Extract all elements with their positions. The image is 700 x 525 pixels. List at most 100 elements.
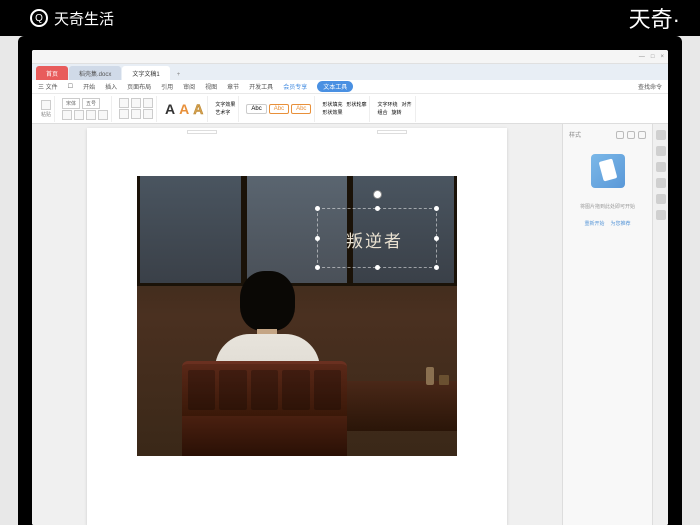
textbox-text[interactable]: 叛逆者 <box>346 227 403 252</box>
menu-start[interactable]: 开始 <box>83 82 95 91</box>
window-titlebar: — □ × <box>32 50 668 64</box>
vtool-5[interactable] <box>656 194 666 204</box>
menu-texttool[interactable]: 文本工具 <box>317 81 353 92</box>
align-center-icon[interactable] <box>131 98 141 108</box>
vtool-4[interactable] <box>656 178 666 188</box>
sidepanel-icons <box>616 131 646 139</box>
ribbon-arrange: 文字环绕 对齐 组合 旋转 <box>374 96 415 122</box>
menu-insert[interactable]: 插入 <box>105 82 117 91</box>
textbox-selection[interactable]: 叛逆者 <box>317 208 437 268</box>
sidepanel-link-restart[interactable]: 重新开始 <box>584 220 604 227</box>
screen: — □ × 首页 稻壳集.docx 文字文稿1 + 三 文件 ☐ 开始 插入 页… <box>32 50 668 525</box>
ribbon-texteffect: 文字效果 艺术字 <box>212 96 239 122</box>
image-chair <box>182 361 347 456</box>
resize-handle-mr[interactable] <box>434 236 439 241</box>
menu-qat[interactable]: ☐ <box>68 83 73 90</box>
resize-handle-bc[interactable] <box>375 265 380 270</box>
brand-icon: Q <box>30 9 48 27</box>
wordart-style-3[interactable]: A <box>192 101 204 117</box>
vtool-1[interactable] <box>656 130 666 140</box>
menu-member[interactable]: 会员专享 <box>283 82 307 91</box>
document-tabs: 首页 稻壳集.docx 文字文稿1 + <box>32 64 668 80</box>
paste-icon[interactable] <box>41 100 51 110</box>
wordart-style-1[interactable]: A <box>164 101 176 117</box>
ribbon-shapeformat: 形状填充 形状轮廓 形状效果 <box>319 96 370 122</box>
italic-icon[interactable] <box>74 110 84 120</box>
app-frame: Q 天奇生活 天奇· — □ × 首页 稻壳集.docx 文字文稿1 + 三 <box>0 0 700 525</box>
eraser-tool-icon[interactable] <box>591 154 625 188</box>
shape-fill[interactable]: 形状填充 <box>322 101 342 108</box>
sp-icon-1[interactable] <box>616 131 624 139</box>
indent-icon[interactable] <box>131 109 141 119</box>
resize-handle-br[interactable] <box>434 265 439 270</box>
shape-effect[interactable]: 形状效果 <box>322 109 342 116</box>
font-name-select[interactable]: 宋体 <box>62 98 80 109</box>
brand-right-text: 天奇· <box>629 2 680 34</box>
align[interactable]: 对齐 <box>401 101 411 108</box>
group[interactable]: 组合 <box>377 109 387 116</box>
shape-style-2[interactable]: Abc <box>269 104 289 114</box>
menu-view[interactable]: 视图 <box>205 82 217 91</box>
page[interactable]: 叛逆者 <box>87 128 507 525</box>
color-icon[interactable] <box>98 110 108 120</box>
tab-doc2[interactable]: 文字文稿1 <box>122 66 169 80</box>
resize-handle-ml[interactable] <box>315 236 320 241</box>
sp-icon-2[interactable] <box>627 131 635 139</box>
ruler-marker-left <box>187 130 217 134</box>
minimize-button[interactable]: — <box>639 54 645 60</box>
menu-layout[interactable]: 页面布局 <box>127 82 151 91</box>
shape-style-3[interactable]: Abc <box>291 104 311 114</box>
sp-icon-3[interactable] <box>638 131 646 139</box>
wordart-style-2[interactable]: A <box>178 101 190 117</box>
window-controls: — □ × <box>639 54 664 60</box>
bold-icon[interactable] <box>62 110 72 120</box>
ribbon-wordart: A A A <box>161 96 208 122</box>
workspace: 叛逆者 样式 将图片拖到此处即可 <box>32 124 668 525</box>
font-size-select[interactable]: 五号 <box>82 98 100 109</box>
align-right-icon[interactable] <box>143 98 153 108</box>
vertical-toolbar <box>652 124 668 525</box>
ribbon-shapestyles: Abc Abc Abc <box>243 96 315 122</box>
shape-style-1[interactable]: Abc <box>246 104 266 114</box>
brand-left: Q 天奇生活 <box>30 8 114 29</box>
tab-add-button[interactable]: + <box>171 70 187 80</box>
tab-doc1[interactable]: 稻壳集.docx <box>69 66 121 80</box>
vtool-6[interactable] <box>656 210 666 220</box>
resize-handle-tc[interactable] <box>375 206 380 211</box>
align-left-icon[interactable] <box>119 98 129 108</box>
menu-section[interactable]: 章节 <box>227 82 239 91</box>
underline-icon[interactable] <box>86 110 96 120</box>
rotate-handle[interactable] <box>375 195 379 205</box>
rotate[interactable]: 旋转 <box>391 109 401 116</box>
sidepanel-hint: 将图片拖到此处即可开始 <box>569 203 646 210</box>
brand-left-text: 天奇生活 <box>54 8 114 29</box>
image-desk <box>347 381 457 431</box>
monitor-bezel: — □ × 首页 稻壳集.docx 文字文稿1 + 三 文件 ☐ 开始 插入 页… <box>18 36 682 525</box>
vtool-2[interactable] <box>656 146 666 156</box>
menu-reference[interactable]: 引用 <box>161 82 173 91</box>
sidepanel-link-recommend[interactable]: 为您推荐 <box>611 220 631 227</box>
menu-file[interactable]: 三 文件 <box>38 82 58 91</box>
menubar: 三 文件 ☐ 开始 插入 页面布局 引用 审阅 视图 章节 开发工具 会员专享 … <box>32 80 668 94</box>
document-area[interactable]: 叛逆者 <box>32 124 562 525</box>
tab-home[interactable]: 首页 <box>36 66 68 80</box>
text-wrap[interactable]: 文字环绕 <box>377 101 397 108</box>
side-panel: 样式 将图片拖到此处即可开始 重新开始 为您推荐 <box>562 124 652 525</box>
vtool-3[interactable] <box>656 162 666 172</box>
ribbon-font: 宋体 五号 <box>59 96 112 122</box>
ribbon-paragraph <box>116 96 157 122</box>
ribbon-clipboard: 粘贴 <box>38 96 55 122</box>
maximize-button[interactable]: □ <box>651 54 655 60</box>
menu-review[interactable]: 审阅 <box>183 82 195 91</box>
shape-outline[interactable]: 形状轮廓 <box>346 101 366 108</box>
list-icon[interactable] <box>119 109 129 119</box>
inserted-image[interactable]: 叛逆者 <box>137 176 457 456</box>
resize-handle-bl[interactable] <box>315 265 320 270</box>
ribbon: 粘贴 宋体 五号 <box>32 94 668 124</box>
watermark-bar: Q 天奇生活 天奇· <box>0 0 700 36</box>
menu-search[interactable]: 查找命令 <box>638 82 662 91</box>
spacing-icon[interactable] <box>143 109 153 119</box>
menu-devtools[interactable]: 开发工具 <box>249 82 273 91</box>
close-button[interactable]: × <box>660 54 664 60</box>
ruler-marker-right <box>377 130 407 134</box>
